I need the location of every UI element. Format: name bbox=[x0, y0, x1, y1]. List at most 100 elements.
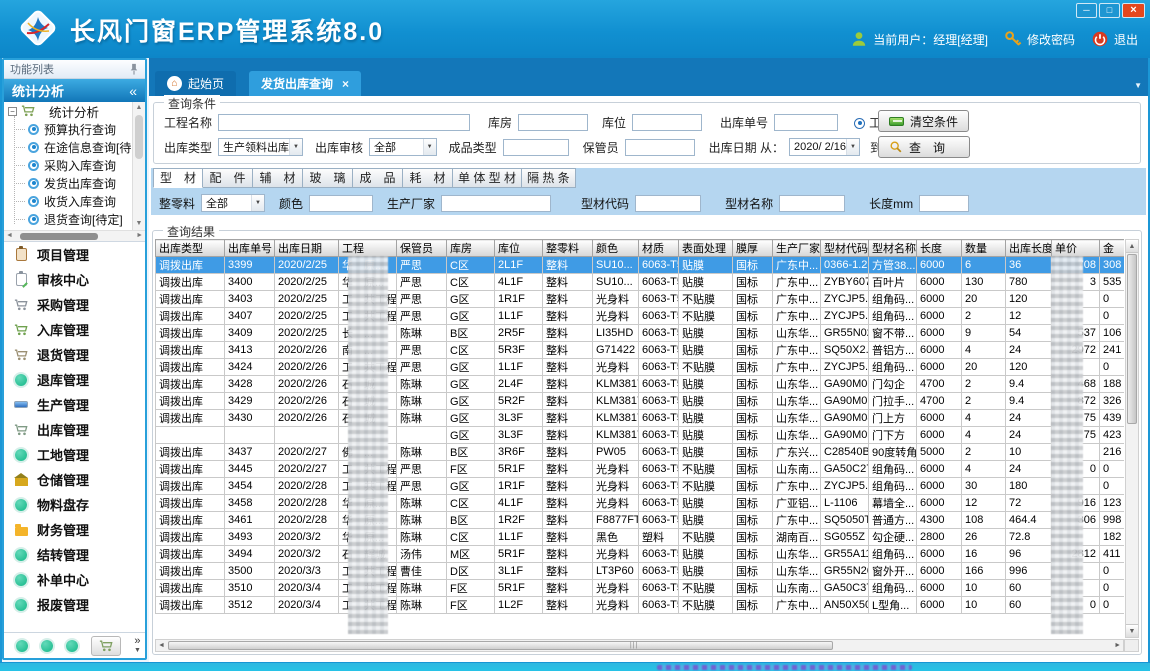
toolbar-cart-button[interactable] bbox=[91, 636, 121, 656]
column-header[interactable]: 整零料 bbox=[543, 240, 593, 257]
table-row[interactable]: 调拨出库34582020/2/28华 原...陈琳C区4L1F整料光身料6063… bbox=[156, 495, 1125, 512]
toolbar-dot-icon[interactable] bbox=[66, 640, 78, 652]
table-row[interactable]: 调拨出库34032020/2/25工 共工程严思G区1R1F整料光身料6063-… bbox=[156, 291, 1125, 308]
table-horizontal-scrollbar[interactable]: ◄ ||| ► bbox=[155, 639, 1124, 652]
sidebar-item[interactable]: 生产管理 bbox=[4, 392, 145, 417]
scroll-up-icon[interactable]: ▲ bbox=[1126, 240, 1138, 253]
table-row[interactable]: 调拨出库34002020/2/25华 原...严思C区4L1F整料SU10...… bbox=[156, 274, 1125, 291]
product-type-input[interactable] bbox=[503, 139, 569, 156]
scroll-down-icon[interactable]: ▼ bbox=[1126, 624, 1138, 637]
profile-code-input[interactable] bbox=[635, 195, 701, 212]
table-row[interactable]: 调拨出库34932020/3/2华 原...陈琳C区1L1F整料黑色塑料不贴膜国… bbox=[156, 529, 1125, 546]
scroll-up-icon[interactable]: ▲ bbox=[133, 102, 145, 114]
table-row[interactable]: 调拨出库34302020/2/26石 城陈琳G区3L3F整料KLM3817606… bbox=[156, 410, 1125, 427]
collapse-expander-icon[interactable]: − bbox=[8, 107, 17, 116]
change-password-link[interactable]: 修改密码 bbox=[1027, 31, 1075, 48]
table-row[interactable]: 调拨出库34242020/2/26工 共工程严思G区1L1F整料光身料6063-… bbox=[156, 359, 1125, 376]
table-row[interactable]: 调拨出库35002020/3/3工 共工程曹佳D区3L1F整料LT3P60606… bbox=[156, 563, 1125, 580]
material-tab[interactable]: 辅 材 bbox=[253, 168, 303, 188]
sidebar-item[interactable]: 工地管理 bbox=[4, 442, 145, 467]
table-row[interactable]: 调拨出库34092020/2/25长 ...陈琳B区2R5F整料LI35HD60… bbox=[156, 325, 1125, 342]
table-row[interactable]: 调拨出库34282020/2/26石 城陈琳G区2L4F整料KLM3817606… bbox=[156, 376, 1125, 393]
table-row[interactable]: 调拨出库34452020/2/27工 共工程严思F区5R1F整料光身料6063-… bbox=[156, 461, 1125, 478]
table-row[interactable]: 调拨出库34072020/2/25工 共工程严思G区1L1F整料光身料6063-… bbox=[156, 308, 1125, 325]
outbound-type-select[interactable]: 生产领料出库▼ bbox=[218, 138, 303, 156]
sidebar-item[interactable]: 入库管理 bbox=[4, 317, 145, 342]
location-input[interactable] bbox=[632, 114, 702, 131]
table-row[interactable]: 调拨出库34942020/3/2石 辉城汤伟M区5R1F整料光身料6063-T5… bbox=[156, 546, 1125, 563]
sidebar-item[interactable]: 财务管理 bbox=[4, 517, 145, 542]
tab-close-icon[interactable]: × bbox=[342, 77, 349, 91]
sidebar-item[interactable]: 结转管理 bbox=[4, 542, 145, 567]
manufacturer-input[interactable] bbox=[441, 195, 551, 212]
more-tools-chevron[interactable]: »▼ bbox=[134, 637, 141, 655]
pin-icon[interactable] bbox=[129, 63, 139, 76]
column-header[interactable]: 工程 bbox=[339, 240, 397, 257]
column-header[interactable]: 出库类型 bbox=[156, 240, 225, 257]
material-tab[interactable]: 型 材 bbox=[153, 168, 203, 188]
warehouse-input[interactable] bbox=[518, 114, 588, 131]
tree-item[interactable]: 收货入库查询 bbox=[4, 192, 145, 210]
sidebar-item[interactable]: 采购管理 bbox=[4, 292, 145, 317]
hscroll-thumb[interactable] bbox=[168, 641, 833, 650]
column-header[interactable]: 单价 bbox=[1052, 240, 1100, 257]
sidebar-item[interactable]: 退货管理 bbox=[4, 342, 145, 367]
table-row[interactable]: G区3L3F整料KLM38176063-T5贴膜国标山东华...GA90M09.… bbox=[156, 427, 1125, 444]
column-header[interactable]: 库房 bbox=[447, 240, 495, 257]
tree-item[interactable]: 采购入库查询 bbox=[4, 156, 145, 174]
toolbar-dot-icon[interactable] bbox=[16, 640, 28, 652]
column-header[interactable]: 表面处理 bbox=[679, 240, 733, 257]
search-button[interactable]: 查 询 bbox=[878, 136, 970, 158]
project-name-input[interactable] bbox=[218, 114, 470, 131]
column-header[interactable]: 颜色 bbox=[593, 240, 639, 257]
column-header[interactable]: 出库日期 bbox=[275, 240, 339, 257]
column-header[interactable]: 型材代码 bbox=[821, 240, 869, 257]
table-vertical-scrollbar[interactable]: ▲ ▼ bbox=[1125, 239, 1139, 638]
collapse-icon[interactable]: « bbox=[129, 83, 137, 99]
scroll-right-icon[interactable]: ► bbox=[136, 232, 143, 239]
table-row[interactable]: 调拨出库35102020/3/4工 共工程陈琳F区5R1F整料光身料6063-T… bbox=[156, 580, 1125, 597]
toolbar-dot-icon[interactable] bbox=[41, 640, 53, 652]
whole-piece-select[interactable]: 全部▼ bbox=[201, 194, 265, 212]
tree-hscroll-thumb[interactable] bbox=[20, 233, 98, 240]
material-tab[interactable]: 隔 热 条 bbox=[522, 168, 576, 188]
column-header[interactable]: 出库单号 bbox=[225, 240, 275, 257]
material-tab[interactable]: 玻 璃 bbox=[303, 168, 353, 188]
section-header[interactable]: 统计分析 « bbox=[4, 79, 145, 102]
date-from-select[interactable]: 2020/ 2/16▼ bbox=[789, 138, 860, 156]
sidebar-item[interactable]: 报废管理 bbox=[4, 592, 145, 617]
tree-vertical-scrollbar[interactable]: ▲ ▼ bbox=[132, 102, 145, 230]
order-no-input[interactable] bbox=[774, 114, 838, 131]
minimize-button[interactable]: ─ bbox=[1076, 3, 1097, 18]
column-header[interactable]: 型材名称 bbox=[869, 240, 917, 257]
material-tab[interactable]: 成 品 bbox=[353, 168, 403, 188]
scroll-right-icon[interactable]: ► bbox=[1114, 642, 1121, 649]
column-header[interactable]: 库位 bbox=[495, 240, 543, 257]
table-row[interactable]: 调拨出库34542020/2/28工 共工程严思G区1R1F整料光身料6063-… bbox=[156, 478, 1125, 495]
sidebar-item[interactable]: 补单中心 bbox=[4, 567, 145, 592]
audit-select[interactable]: 全部▼ bbox=[369, 138, 437, 156]
sidebar-item[interactable]: 退库管理 bbox=[4, 367, 145, 392]
column-header[interactable]: 金 bbox=[1100, 240, 1125, 257]
tab-shipping-outbound-query[interactable]: 发货出库查询 × bbox=[249, 71, 361, 96]
table-row[interactable]: 调拨出库34292020/2/26石 城陈琳G区5R2F整料KLM3817606… bbox=[156, 393, 1125, 410]
table-row[interactable]: 调拨出库34612020/2/28华 原...陈琳B区1R2F整料F8877FT… bbox=[156, 512, 1125, 529]
sidebar-item[interactable]: 物料盘存 bbox=[4, 492, 145, 517]
table-row[interactable]: 调拨出库34132020/2/26南 ...严思C区5R3F整料G7142260… bbox=[156, 342, 1125, 359]
sidebar-item[interactable]: 项目管理 bbox=[4, 242, 145, 267]
maximize-button[interactable]: □ bbox=[1099, 3, 1120, 18]
sidebar-item[interactable]: 审核中心 bbox=[4, 267, 145, 292]
logout-link[interactable]: 退出 bbox=[1114, 31, 1138, 48]
tab-home[interactable]: ⌂ 起始页 bbox=[155, 71, 236, 96]
material-tab[interactable]: 耗 材 bbox=[403, 168, 453, 188]
tree-root[interactable]: − 统计分析 bbox=[4, 102, 145, 120]
tree-item[interactable]: 预算执行查询 bbox=[4, 120, 145, 138]
scroll-left-icon[interactable]: ◄ bbox=[6, 232, 13, 239]
column-header[interactable]: 生产厂家 bbox=[773, 240, 821, 257]
sidebar-item[interactable]: 出库管理 bbox=[4, 417, 145, 442]
material-tab[interactable]: 配 件 bbox=[203, 168, 253, 188]
table-row[interactable]: 调拨出库35122020/3/4工 共工程陈琳F区1L2F整料光身料6063-T… bbox=[156, 597, 1125, 614]
tab-list-dropdown-icon[interactable]: ▼ bbox=[1134, 81, 1142, 90]
tree-item[interactable]: 发货出库查询 bbox=[4, 174, 145, 192]
color-input[interactable] bbox=[309, 195, 373, 212]
